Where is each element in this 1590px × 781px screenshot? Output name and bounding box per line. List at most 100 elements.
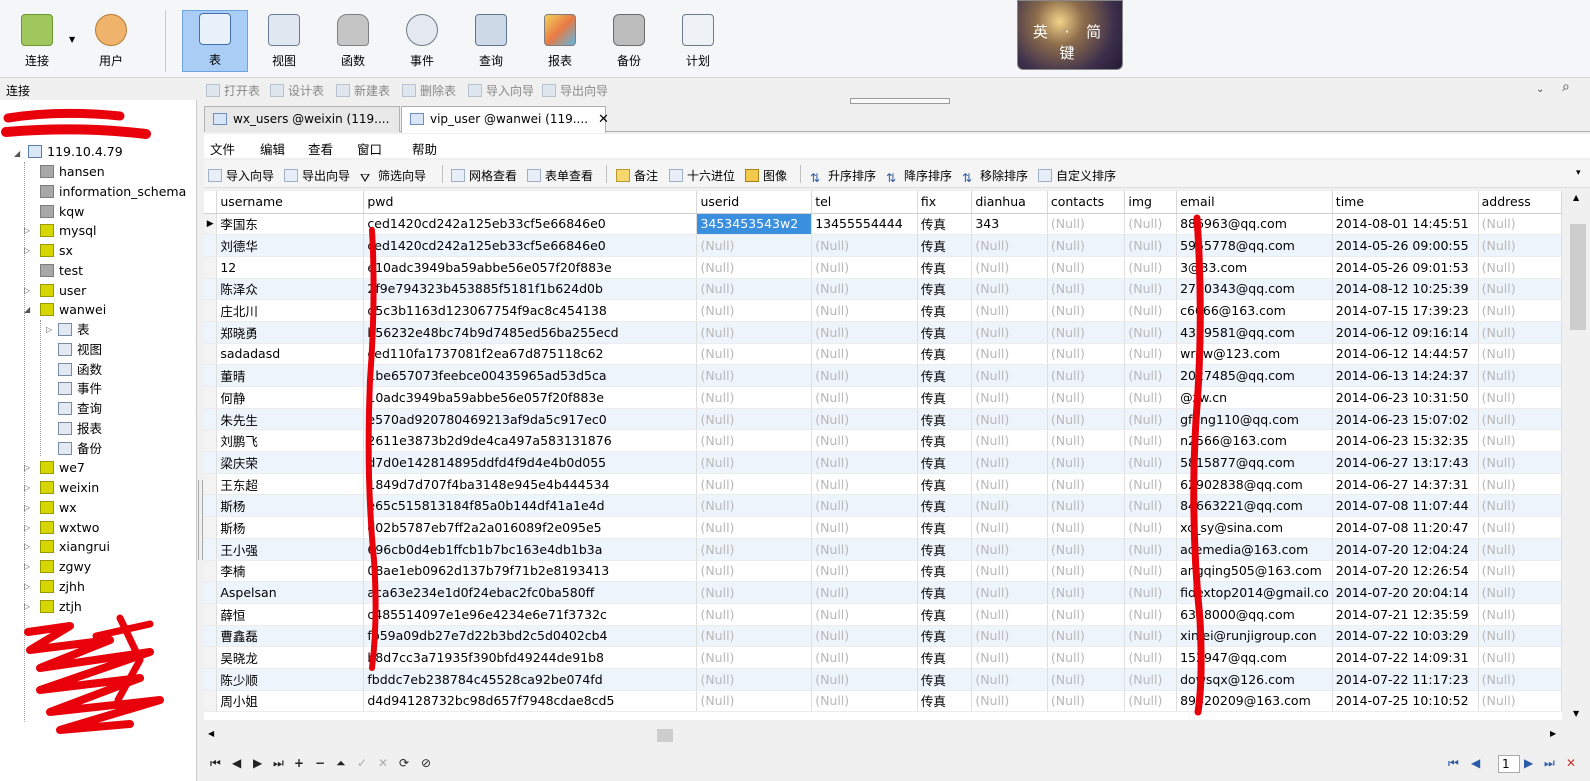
table-cell[interactable]: 2014-07-08 11:20:47 [1332, 516, 1479, 539]
table-cell[interactable]: 2014-07-20 12:04:24 [1332, 538, 1479, 561]
refresh-icon[interactable]: ⟳ [399, 756, 409, 770]
table-cell[interactable]: (Null) [696, 538, 813, 561]
splitter-grip[interactable] [198, 480, 203, 560]
row-indicator[interactable] [204, 386, 218, 409]
table-cell[interactable]: 12 [216, 256, 365, 279]
tab-wx-users[interactable]: wx_users @weixin (119.... [204, 106, 400, 132]
table-cell[interactable]: (Null) [1478, 429, 1562, 453]
filter-wizard-button[interactable]: ⛛ 筛选向导 [360, 167, 426, 185]
table-cell[interactable]: 斯杨 [216, 494, 365, 518]
database-node-ztjh[interactable]: ▷ ztjh [24, 597, 82, 617]
prev-record-icon[interactable]: ◀ [232, 756, 241, 770]
table-button[interactable]: 表 [182, 10, 248, 72]
table-cell[interactable]: (Null) [971, 625, 1048, 648]
table-cell[interactable]: (Null) [1124, 386, 1178, 409]
table-cell[interactable]: (Null) [811, 625, 918, 648]
table-cell[interactable]: 传真 [917, 343, 973, 366]
menu-file[interactable]: 文件 [210, 139, 235, 158]
table-cell[interactable]: (Null) [696, 494, 813, 518]
table-cell[interactable]: (Null) [1047, 364, 1126, 387]
database-node-we7[interactable]: ▷ we7 [24, 458, 85, 478]
table-cell[interactable]: (Null) [1047, 321, 1126, 344]
database-node-zjhh[interactable]: ▷ zjhh [24, 577, 85, 597]
table-cell[interactable]: 696cb0d4eb1ffcb1b7bc163e4db1b3a [363, 538, 698, 561]
search-icon[interactable]: ⌕ [1562, 79, 1570, 95]
row-indicator[interactable] [204, 343, 218, 366]
table-cell[interactable]: (Null) [811, 494, 918, 518]
expand-arrow-icon[interactable]: ▷ [24, 498, 30, 518]
table-cell[interactable]: 2014-07-22 10:03:29 [1332, 625, 1479, 648]
table-cell[interactable]: (Null) [971, 429, 1048, 453]
table-cell[interactable]: 2014-07-20 12:26:54 [1332, 560, 1479, 583]
table-cell[interactable]: (Null) [1047, 451, 1126, 474]
column-header[interactable]: img [1124, 191, 1178, 214]
table-cell[interactable]: (Null) [971, 494, 1048, 518]
table-cell[interactable]: d4d94128732bc98d657f7948cdae8cd5 [363, 690, 698, 713]
table-cell[interactable]: (Null) [971, 364, 1048, 387]
table-cell[interactable]: (Null) [971, 278, 1048, 301]
table-cell[interactable]: 2014-06-13 14:24:37 [1332, 364, 1479, 387]
tree-node-backups[interactable]: 备份 [46, 439, 102, 459]
table-cell[interactable]: (Null) [1047, 581, 1126, 604]
table-row[interactable]: 王小强 696cb0d4eb1ffcb1b7bc163e4db1b3a (Null)… [204, 538, 1562, 561]
database-node-user[interactable]: ▷ user [24, 281, 86, 301]
table-cell[interactable]: 6378000@qq.com [1176, 603, 1333, 626]
table-cell[interactable]: b56232e48bc74b9d7485ed56ba255ecd [363, 321, 698, 344]
row-indicator[interactable] [204, 256, 218, 279]
table-cell[interactable]: (Null) [1478, 234, 1562, 257]
table-cell[interactable]: (Null) [1047, 234, 1126, 257]
table-cell[interactable]: e10adc3949ba59abbe56e057f20f883e [363, 256, 698, 279]
table-cell[interactable]: 2014-07-25 10:10:52 [1332, 690, 1479, 713]
table-cell[interactable]: 2014-06-27 14:37:31 [1332, 473, 1479, 496]
table-row[interactable]: 刘德华 ced1420cd242a125eb33cf5e66846e0 (Null)… [204, 234, 1562, 257]
table-cell[interactable]: (Null) [1124, 690, 1178, 713]
table-cell[interactable]: ced1420cd242a125eb33cf5e66846e0 [363, 213, 698, 236]
row-indicator[interactable] [204, 625, 218, 648]
table-cell[interactable]: (Null) [1124, 343, 1178, 366]
connection-tree[interactable]: ◢ 119.10.4.79 hansen information_schema kq… [0, 100, 197, 781]
table-cell[interactable]: 传真 [917, 321, 973, 344]
expand-arrow-icon[interactable]: ▷ [24, 537, 30, 557]
row-indicator[interactable] [204, 646, 218, 669]
table-cell[interactable]: 王小强 [216, 538, 365, 561]
table-cell[interactable]: (Null) [1124, 451, 1178, 474]
stop-icon[interactable]: ⊘ [421, 756, 431, 770]
table-cell[interactable]: (Null) [1478, 343, 1562, 366]
database-node-weixin[interactable]: ▷ weixin [24, 478, 99, 498]
table-cell[interactable]: 2770343@qq.com [1176, 278, 1333, 301]
remove-sort-button[interactable]: ⇅ 移除排序 [962, 167, 1028, 185]
sort-desc-button[interactable]: ⇅ 降序排序 [886, 167, 952, 185]
database-node-kqw[interactable]: kqw [26, 202, 84, 222]
expand-arrow-icon[interactable]: ▷ [24, 281, 30, 301]
table-row[interactable]: 12 e10adc3949ba59abbe56e057f20f883e (Null)… [204, 256, 1562, 279]
table-cell[interactable]: (Null) [696, 668, 813, 691]
row-indicator[interactable] [204, 560, 218, 583]
table-cell[interactable]: fb59a09db27e7d22b3bd2c5d0402cb4 [363, 625, 698, 648]
table-cell[interactable]: (Null) [696, 603, 813, 626]
expand-arrow-icon[interactable]: ▷ [24, 597, 30, 617]
table-cell[interactable]: (Null) [811, 603, 918, 626]
table-cell[interactable]: 传真 [917, 451, 973, 474]
page-number-input[interactable]: 1 [1498, 755, 1520, 773]
table-cell[interactable]: (Null) [971, 299, 1048, 322]
table-cell[interactable]: 2027485@qq.com [1176, 364, 1333, 387]
table-cell[interactable]: (Null) [1478, 625, 1562, 648]
database-node-sx[interactable]: ▷ sx [24, 241, 73, 261]
table-row[interactable]: 吴晓龙 b8d7cc3a71935f390bfd49244de91b8 (Null)… [204, 646, 1562, 669]
table-cell[interactable]: (Null) [1047, 603, 1126, 626]
grid-import-button[interactable]: 导入向导 [208, 167, 274, 184]
row-indicator[interactable] [204, 234, 218, 257]
expand-arrow-icon[interactable]: ▷ [46, 320, 52, 340]
table-cell[interactable]: dowsqx@126.com [1176, 668, 1333, 691]
table-cell[interactable]: (Null) [1047, 646, 1126, 669]
table-cell[interactable]: (Null) [696, 560, 813, 583]
table-cell[interactable]: (Null) [971, 603, 1048, 626]
table-cell[interactable]: 5815877@qq.com [1176, 451, 1333, 474]
column-header[interactable]: email [1176, 191, 1333, 214]
table-cell[interactable]: (Null) [1478, 581, 1562, 604]
table-row[interactable]: 陈少顺 fbddc7eb238784c45528ca92be074fd (Null)… [204, 668, 1562, 691]
table-cell[interactable]: 传真 [917, 538, 973, 561]
table-cell[interactable]: (Null) [1047, 625, 1126, 648]
table-cell[interactable]: c485514097e1e96e4234e6e71f3732c [363, 603, 698, 626]
table-row[interactable]: 陈泽众 2f9e794323b453885f5181f1b624d0b (Null)… [204, 278, 1562, 301]
